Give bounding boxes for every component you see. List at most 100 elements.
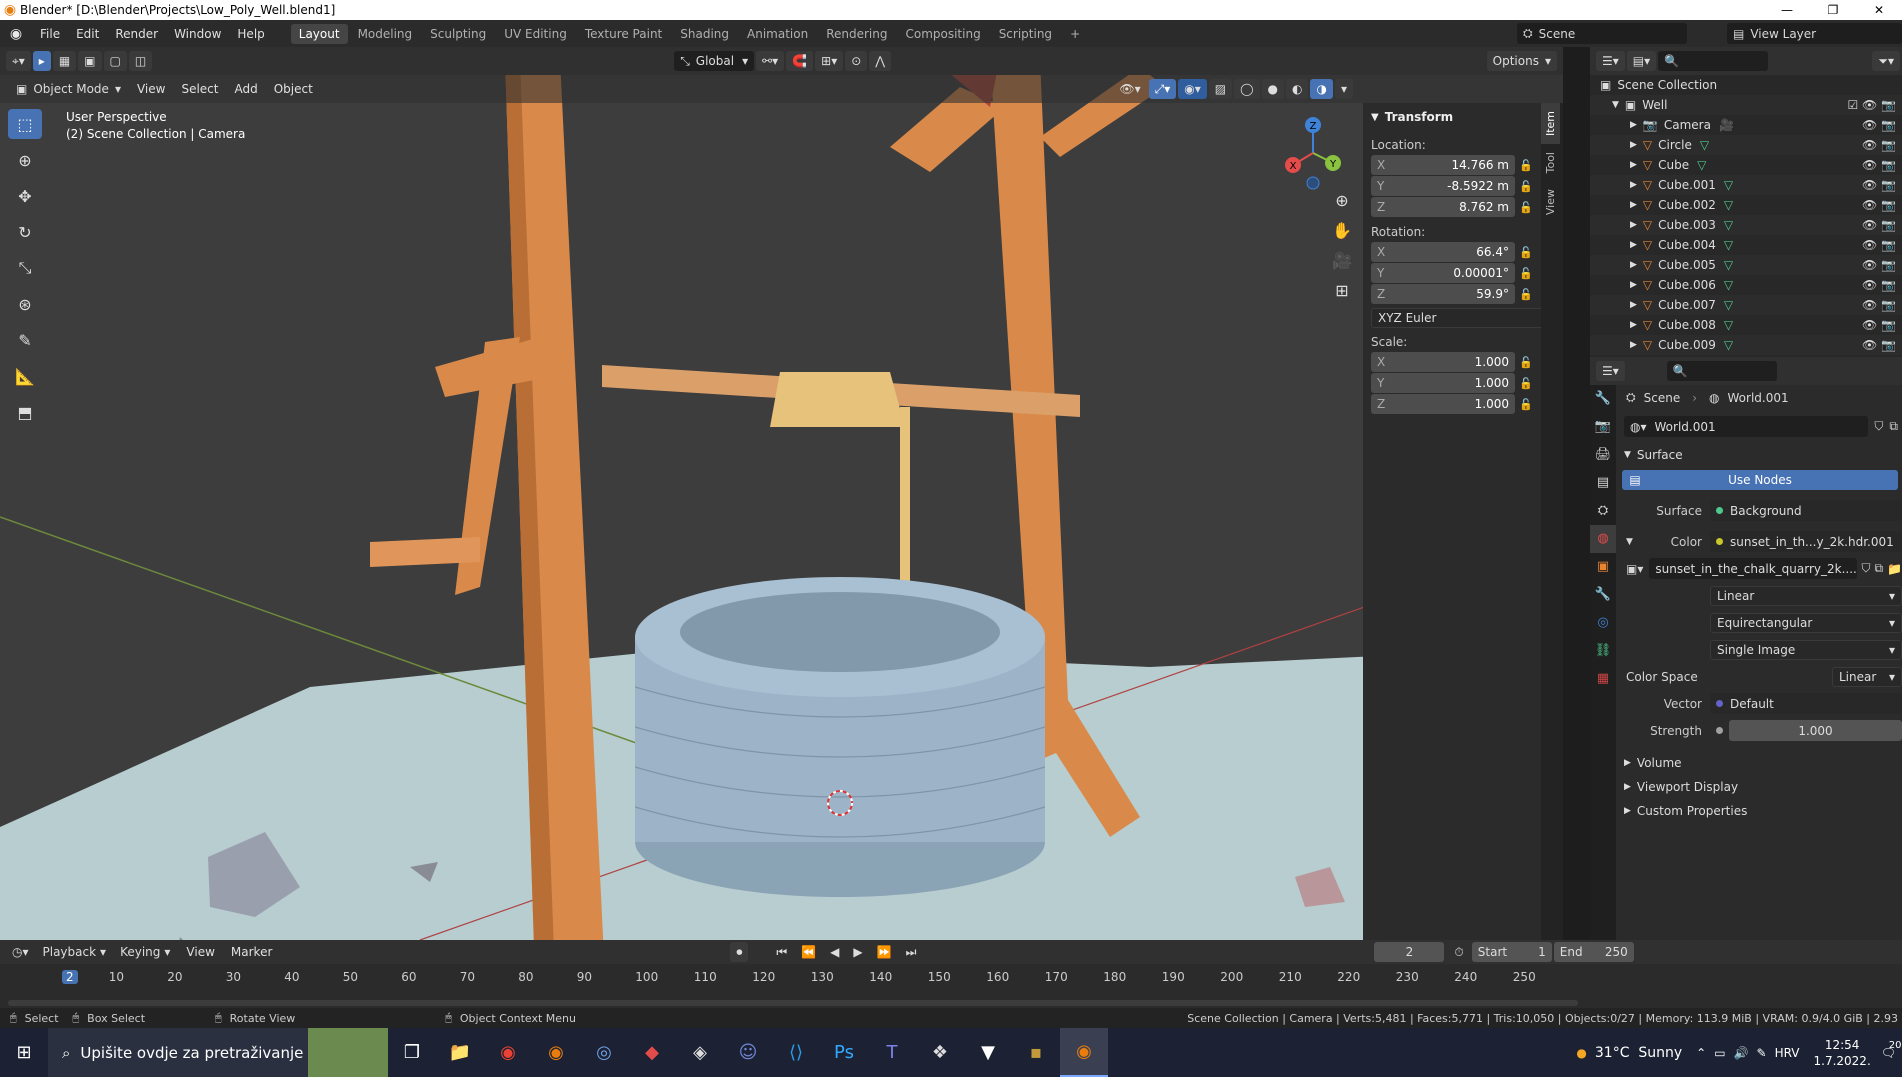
task-view-icon[interactable]: ❐ bbox=[388, 1028, 436, 1077]
timeline-ruler[interactable]: 2 10 20 30 40 50 60 70 80 90 100 110 120 130 140 150 160… bbox=[0, 964, 1580, 992]
select-mode-tweak-icon[interactable]: ▸ bbox=[32, 51, 51, 71]
eye-icon[interactable]: 👁 📷 bbox=[1862, 198, 1896, 212]
tab-uv-editing[interactable]: UV Editing bbox=[496, 24, 575, 44]
navigation-gizmo[interactable]: Z Y X bbox=[1283, 113, 1343, 193]
eye-icon[interactable]: 👁 📷 bbox=[1862, 238, 1896, 252]
outliner-row-cube-009[interactable]: ▶ ▽ Cube.009 ▽ 👁 📷 bbox=[1590, 335, 1902, 355]
solid-shading-icon[interactable]: ● bbox=[1261, 79, 1284, 99]
viewport-display-section-header[interactable]: ▶ Viewport Display bbox=[1620, 775, 1902, 799]
move-tool-icon[interactable]: ✥ bbox=[8, 181, 42, 211]
tab-item[interactable]: Item bbox=[1541, 103, 1560, 145]
outliner-editor-type-icon[interactable]: ☰▾ bbox=[1596, 51, 1625, 71]
snap-icon[interactable]: 🧲 bbox=[786, 51, 814, 71]
outliner-row-well[interactable]: ▼ ▣ Well ☑ 👁 📷 bbox=[1590, 95, 1902, 115]
end-frame-field[interactable]: End 250 bbox=[1553, 942, 1634, 962]
unity-icon[interactable]: ◈ bbox=[676, 1028, 724, 1077]
gizmo-toggle-icon[interactable]: ⤢▾ bbox=[1148, 79, 1177, 99]
jump-start-icon[interactable]: ⏮ bbox=[770, 942, 793, 962]
jump-end-icon[interactable]: ⏭ bbox=[900, 942, 923, 962]
zoom-icon[interactable]: ⊕ bbox=[1330, 191, 1354, 221]
search-highlight-image[interactable] bbox=[308, 1028, 388, 1077]
strength-field[interactable]: 1.000 bbox=[1729, 720, 1902, 741]
viewport-menu-object[interactable]: Object bbox=[266, 82, 321, 96]
playback-menu[interactable]: Playback ▾ bbox=[37, 942, 113, 962]
tab-tool[interactable]: Tool bbox=[1541, 144, 1560, 181]
maximize-button[interactable]: ❐ bbox=[1810, 0, 1856, 20]
source-dropdown[interactable]: Single Image ▾ bbox=[1710, 639, 1902, 660]
output-tab-icon[interactable]: 🖨 bbox=[1590, 441, 1616, 469]
eye-icon[interactable]: 👁 📷 bbox=[1862, 138, 1896, 152]
rotation-y-field[interactable]: Y 0.00001° bbox=[1371, 263, 1515, 283]
notification-icon[interactable]: 🗨 20 bbox=[1881, 1040, 1902, 1060]
lock-icon[interactable]: 🔓 bbox=[1515, 377, 1537, 390]
filter-icon[interactable]: ⏷▾ bbox=[1872, 51, 1900, 71]
pan-hand-icon[interactable]: ✋ bbox=[1330, 221, 1354, 251]
open-folder-icon[interactable]: 📁 bbox=[1887, 562, 1902, 576]
play-icon[interactable]: ▶ bbox=[847, 942, 868, 962]
eye-icon[interactable]: ☑ 👁 📷 bbox=[1847, 98, 1896, 112]
outliner-row-cube-006[interactable]: ▶ ▽ Cube.006 ▽ 👁 📷 bbox=[1590, 275, 1902, 295]
teams-icon[interactable]: T bbox=[868, 1028, 916, 1077]
surface-shader-field[interactable]: Background bbox=[1710, 500, 1902, 521]
scale-x-field[interactable]: X 1.000 bbox=[1371, 352, 1515, 372]
scene-tab-icon[interactable]: ⛭ bbox=[1590, 497, 1616, 525]
timeline-marker-menu[interactable]: Marker bbox=[223, 945, 280, 959]
location-x-field[interactable]: X 14.766 m bbox=[1371, 155, 1515, 175]
shading-options-icon[interactable]: ▾ bbox=[1334, 79, 1353, 99]
lock-icon[interactable]: 🔓 bbox=[1515, 356, 1537, 369]
tab-modeling[interactable]: Modeling bbox=[350, 24, 421, 44]
vscode-icon[interactable]: ⟨⟩ bbox=[772, 1028, 820, 1077]
tab-compositing[interactable]: Compositing bbox=[897, 24, 988, 44]
lock-icon[interactable]: 🔓 bbox=[1515, 159, 1537, 172]
lock-icon[interactable]: 🔓 bbox=[1515, 180, 1537, 193]
clock[interactable]: 12:54 1.7.2022. bbox=[1814, 1037, 1871, 1069]
material-shading-icon[interactable]: ◐ bbox=[1286, 79, 1309, 99]
browser-icon[interactable]: ◎ bbox=[580, 1028, 628, 1077]
eye-icon[interactable]: 👁 📷 bbox=[1862, 278, 1896, 292]
outliner-row-cube-008[interactable]: ▶ ▽ Cube.008 ▽ 👁 📷 bbox=[1590, 315, 1902, 335]
vector-field[interactable]: Default bbox=[1710, 693, 1902, 714]
outliner-row-cube-005[interactable]: ▶ ▽ Cube.005 ▽ 👁 📷 bbox=[1590, 255, 1902, 275]
menu-render[interactable]: Render bbox=[107, 27, 166, 41]
select-tool-icon[interactable]: ⬚ bbox=[8, 109, 42, 139]
xray-icon[interactable]: ▨ bbox=[1208, 79, 1233, 99]
app-s-icon[interactable]: ◆ bbox=[628, 1028, 676, 1077]
outliner-row-cube-004[interactable]: ▶ ▽ Cube.004 ▽ 👁 📷 bbox=[1590, 235, 1902, 255]
tab-rendering[interactable]: Rendering bbox=[818, 24, 895, 44]
timeline-scrollbar[interactable] bbox=[8, 1000, 1578, 1006]
rotate-tool-icon[interactable]: ↻ bbox=[8, 217, 42, 247]
view-layer-selector[interactable]: ▤ View Layer bbox=[1727, 23, 1902, 44]
menu-file[interactable]: File bbox=[32, 27, 68, 41]
select-box-icon[interactable]: ▦ bbox=[52, 51, 77, 71]
viewport-menu-view[interactable]: View bbox=[129, 82, 173, 96]
outliner-row-camera[interactable]: ▶ 📷 Camera 🎥 👁 📷 bbox=[1590, 115, 1902, 135]
physics-tab-icon[interactable]: ◎ bbox=[1590, 609, 1616, 637]
volume-section-header[interactable]: ▶ Volume bbox=[1620, 751, 1902, 775]
start-frame-field[interactable]: Start 1 bbox=[1471, 942, 1552, 962]
overlays-icon[interactable]: ◉▾ bbox=[1178, 79, 1207, 99]
object-tab-icon[interactable]: ▣ bbox=[1590, 553, 1616, 581]
blender-app-icon[interactable]: ◉ bbox=[532, 1028, 580, 1077]
pivot-point-icon[interactable]: ⚯▾ bbox=[756, 51, 785, 71]
add-workspace-button[interactable]: + bbox=[1062, 24, 1088, 44]
transform-orientation-dropdown[interactable]: ⤡ Global ▾ bbox=[674, 51, 755, 71]
twitch-icon[interactable]: ▼ bbox=[964, 1028, 1012, 1077]
projection-dropdown[interactable]: Equirectangular ▾ bbox=[1710, 612, 1902, 633]
outliner-row-circle[interactable]: ▶ ▽ Circle ▽ 👁 📷 bbox=[1590, 135, 1902, 155]
tab-layout[interactable]: Layout bbox=[290, 23, 348, 44]
outliner-row-cube-003[interactable]: ▶ ▽ Cube.003 ▽ 👁 📷 bbox=[1590, 215, 1902, 235]
duplicate-icon[interactable]: ⧉ bbox=[1874, 561, 1883, 576]
menu-window[interactable]: Window bbox=[166, 27, 229, 41]
eye-icon[interactable]: 👁 📷 bbox=[1862, 118, 1896, 132]
photoshop-icon[interactable]: Ps bbox=[820, 1028, 868, 1077]
close-button[interactable]: ✕ bbox=[1856, 0, 1902, 20]
outliner-row-scene-collection[interactable]: ▣ Scene Collection bbox=[1590, 75, 1902, 95]
timeline-view-menu[interactable]: View bbox=[178, 945, 222, 959]
measure-tool-icon[interactable]: 📐 bbox=[8, 361, 42, 391]
annotate-tool-icon[interactable]: ✎ bbox=[8, 325, 42, 355]
volume-icon[interactable]: 🔊 bbox=[1734, 1046, 1749, 1060]
eye-icon[interactable]: 👁 📷 bbox=[1862, 178, 1896, 192]
scene-selector[interactable]: ⛭ Scene bbox=[1517, 23, 1687, 44]
use-nodes-button[interactable]: ▤ Use Nodes bbox=[1622, 469, 1898, 490]
duplicate-icon[interactable]: ⧉ bbox=[1889, 419, 1898, 434]
